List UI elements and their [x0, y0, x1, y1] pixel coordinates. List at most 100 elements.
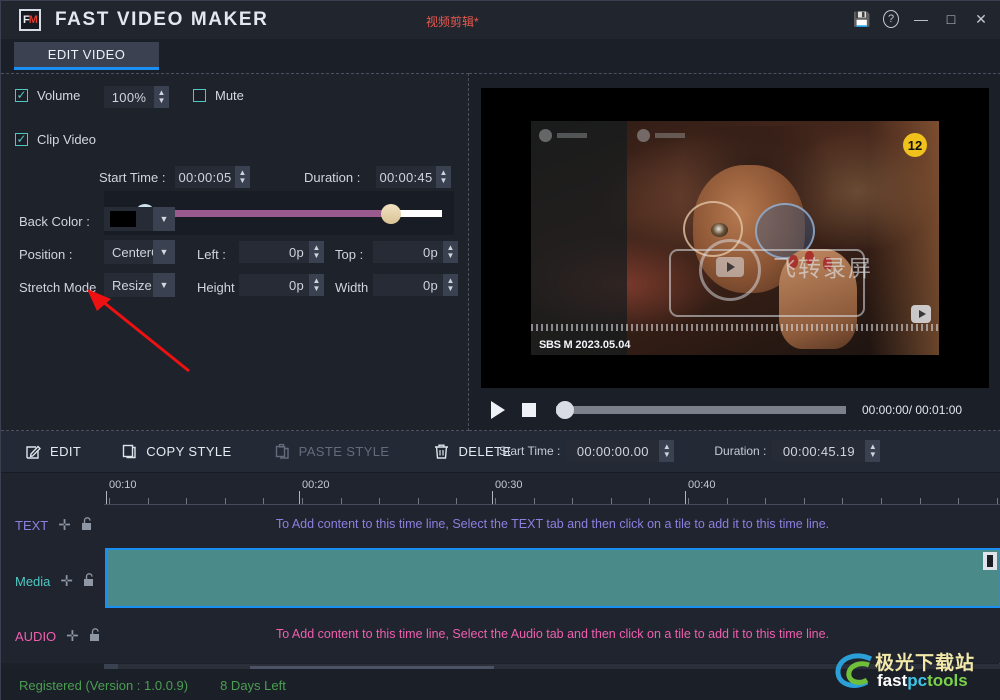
width-spin-arrows[interactable]: ▲ ▼: [443, 274, 458, 296]
unlock-icon[interactable]: [83, 572, 96, 590]
clip-video-row: Clip Video: [15, 132, 96, 147]
track-row-audio: AUDIO ✛: [15, 627, 102, 645]
chevron-down-icon[interactable]: ▼: [153, 240, 175, 264]
position-combo[interactable]: CenterC ▼: [104, 240, 175, 264]
stop-icon[interactable]: [522, 403, 536, 417]
broadcast-stamp: SBS M 2023.05.04: [539, 339, 630, 351]
toolbar-duration-spin-arrows[interactable]: ▲ ▼: [865, 440, 881, 462]
toolbar-duration-stepper[interactable]: 00:00:45.19 ▲ ▼: [772, 440, 881, 462]
volume-value: 100%: [111, 89, 147, 105]
back-color-swatch: [110, 211, 136, 227]
ruler-label: 00:20: [302, 479, 330, 491]
playback-timecode: 00:00:00/ 00:01:00: [862, 403, 963, 417]
title-bar: FM FAST VIDEO MAKER 视频剪辑* 💾 ? — □ ✕: [1, 1, 1000, 39]
document-title: 视频剪辑*: [426, 15, 479, 29]
clip-duration-value: 00:00:45: [379, 169, 433, 185]
add-text-track-icon[interactable]: ✛: [58, 516, 71, 534]
left-label: Left :: [197, 247, 226, 262]
mute-label: Mute: [215, 88, 244, 103]
copy-style-button[interactable]: COPY STYLE: [121, 443, 231, 460]
playback-controls: 00:00:00/ 00:01:00: [481, 394, 989, 426]
back-color-swatch-wrap: [104, 211, 153, 227]
volume-checkbox[interactable]: [15, 89, 28, 102]
back-color-label: Back Color :: [19, 214, 90, 229]
registration-status: Registered (Version : 1.0.0.9): [19, 677, 189, 693]
overlay-avatar-dot: [539, 129, 552, 142]
volume-label: Volume: [37, 88, 81, 103]
clip-duration-stepper[interactable]: 00:00:45 ▲ ▼: [376, 166, 451, 188]
ruler-major-tick: [299, 491, 300, 504]
copy-style-label: COPY STYLE: [146, 444, 232, 459]
tv-play-icon: [911, 305, 931, 323]
clip-time-fields: Start Time : 00:00:00.00 ▲ ▼ Duration : 0…: [499, 440, 881, 462]
height-label: Height :: [197, 280, 242, 295]
app-title: FAST VIDEO MAKER: [55, 9, 269, 30]
seek-handle[interactable]: [556, 401, 574, 419]
broadcast-channel: SBS M: [539, 339, 573, 351]
chevron-down-icon[interactable]: ▼: [153, 207, 175, 231]
minimize-icon[interactable]: —: [913, 11, 929, 27]
width-stepper[interactable]: 0p ▲ ▼: [373, 274, 458, 296]
film-strip-icon: [983, 552, 997, 570]
days-left-status: 8 Days Left: [220, 677, 286, 693]
volume-spin-arrows[interactable]: ▲ ▼: [154, 86, 169, 108]
timeline-ruler[interactable]: 00:10 00:20 00:30 00:40: [104, 478, 1000, 504]
ruler-label: 00:10: [109, 479, 137, 491]
paste-icon: [274, 443, 291, 460]
stretch-mode-combo[interactable]: Resize ▼: [104, 273, 175, 297]
status-bar: Registered (Version : 1.0.0.9) 8 Days Le…: [1, 669, 1000, 700]
close-icon[interactable]: ✕: [973, 11, 989, 27]
width-label: Width :: [335, 280, 376, 295]
audio-waveform-overlay: [531, 324, 939, 331]
chevron-down-icon[interactable]: ▼: [153, 273, 175, 297]
left-stepper[interactable]: 0p ▲ ▼: [239, 241, 324, 263]
top-label: Top :: [335, 247, 364, 262]
volume-stepper[interactable]: 100% ▲ ▼: [104, 86, 169, 108]
unlock-icon[interactable]: [89, 627, 102, 645]
toolbar-start-time-spin-arrows[interactable]: ▲ ▼: [659, 440, 675, 462]
clip-duration-spin-arrows[interactable]: ▲ ▼: [436, 166, 451, 188]
paste-style-label: PASTE STYLE: [298, 444, 390, 459]
clip-start-time-spin-arrows[interactable]: ▲ ▼: [235, 166, 250, 188]
subject-eye: [711, 223, 728, 237]
rating-badge: 12: [903, 133, 927, 157]
slider-end-handle[interactable]: [381, 204, 401, 224]
tab-edit-video[interactable]: EDIT VIDEO: [14, 42, 159, 70]
height-stepper[interactable]: 0p ▲ ▼: [239, 274, 324, 296]
paste-style-button: PASTE STYLE: [274, 443, 390, 460]
height-spin-arrows[interactable]: ▲ ▼: [309, 274, 324, 296]
video-preview[interactable]: 12 飞转录屏 SBS M 2023.05.04: [481, 88, 989, 388]
top-value: 0p: [422, 244, 438, 260]
mute-checkbox[interactable]: [193, 89, 206, 102]
toolbar-start-time-stepper[interactable]: 00:00:00.00 ▲ ▼: [566, 440, 675, 462]
timeline-ruler-baseline: [104, 504, 1000, 505]
copy-icon: [121, 443, 138, 460]
add-audio-track-icon[interactable]: ✛: [66, 627, 79, 645]
unlock-icon[interactable]: [81, 516, 94, 534]
toolbar-start-time-value: 00:00:00.00: [576, 443, 649, 459]
clip-start-time-stepper[interactable]: 00:00:05 ▲ ▼: [175, 166, 250, 188]
play-icon[interactable]: [491, 401, 505, 419]
clip-video-label: Clip Video: [37, 132, 97, 147]
app-window: FM FAST VIDEO MAKER 视频剪辑* 💾 ? — □ ✕ EDIT…: [0, 0, 1000, 700]
top-spin-arrows[interactable]: ▲ ▼: [443, 241, 458, 263]
media-clip[interactable]: [105, 548, 1000, 608]
clip-duration-label: Duration :: [304, 170, 361, 185]
clip-toolbar: EDIT COPY STYLE PASTE STYLE DELETE Start…: [1, 431, 1000, 473]
back-color-combo[interactable]: ▼: [104, 207, 175, 231]
tab-bar: EDIT VIDEO: [1, 39, 1000, 73]
track-row-media: Media ✛: [15, 572, 96, 590]
ruler-major-tick: [492, 491, 493, 504]
seek-slider[interactable]: [556, 401, 846, 419]
clip-video-checkbox[interactable]: [15, 133, 28, 146]
edit-button[interactable]: EDIT: [25, 443, 81, 460]
save-icon[interactable]: 💾: [853, 11, 870, 27]
toolbar-duration-label: Duration :: [714, 444, 767, 458]
track-row-text: TEXT ✛: [15, 516, 94, 534]
maximize-icon[interactable]: □: [943, 11, 959, 27]
top-stepper[interactable]: 0p ▲ ▼: [373, 241, 458, 263]
add-media-track-icon[interactable]: ✛: [60, 572, 73, 590]
height-value: 0p: [288, 277, 304, 293]
help-icon[interactable]: ?: [883, 10, 899, 28]
left-spin-arrows[interactable]: ▲ ▼: [309, 241, 324, 263]
